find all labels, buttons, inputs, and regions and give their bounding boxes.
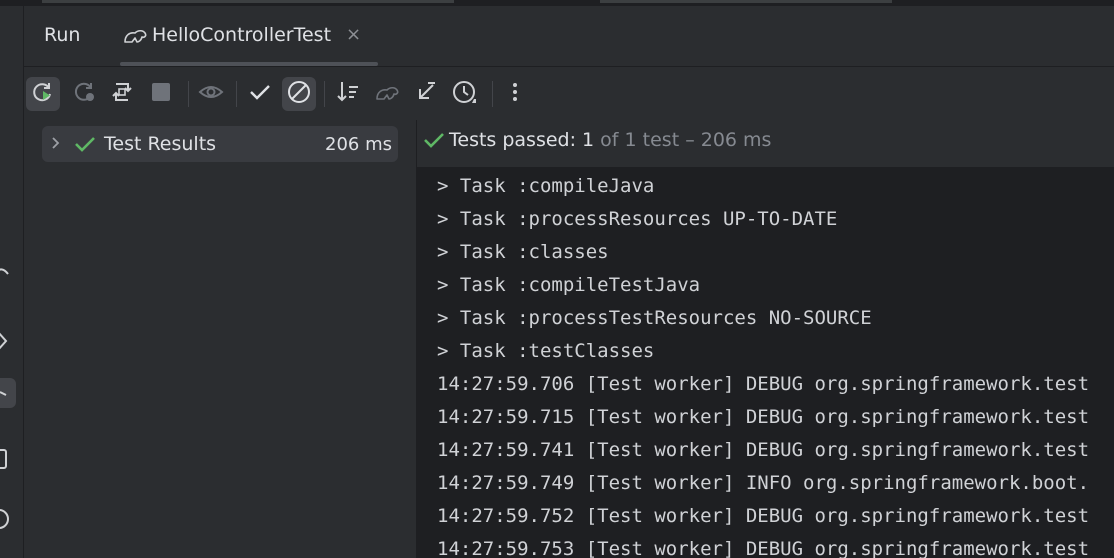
- tree-item-test-results[interactable]: Test Results 206 ms: [42, 126, 398, 162]
- run-tool-icon[interactable]: [0, 378, 16, 408]
- more-icon: [511, 80, 519, 108]
- console-line: > Task :classes: [437, 241, 609, 263]
- console-line: > Task :compileTestJava: [437, 274, 701, 296]
- console-output[interactable]: > Task :compileJava > Task :processResour…: [417, 168, 1114, 558]
- stop-button[interactable]: [144, 77, 178, 111]
- console-line: 14:27:59.715 [Test worker] DEBUG org.spr…: [437, 406, 1090, 428]
- sort-button[interactable]: [331, 77, 365, 111]
- close-tab-button[interactable]: ×: [346, 24, 361, 45]
- toggle-auto-test-icon: [110, 80, 134, 108]
- test-tree-panel: Test Results 206 ms: [24, 120, 416, 558]
- history-button[interactable]: [448, 77, 482, 111]
- show-passed-button[interactable]: [194, 77, 228, 111]
- import-tests-button[interactable]: [370, 77, 404, 111]
- console-line: 14:27:59.706 [Test worker] DEBUG org.spr…: [437, 373, 1090, 395]
- test-status-bar: Tests passed: 1 of 1 test – 206 ms: [417, 120, 1114, 168]
- eye-icon: [198, 80, 224, 108]
- console-line: 14:27:59.753 [Test worker] DEBUG org.spr…: [437, 538, 1090, 558]
- export-tests-button[interactable]: [409, 77, 443, 111]
- structure-tool-icon[interactable]: [0, 326, 16, 356]
- rerun-failed-button[interactable]: [68, 77, 102, 111]
- history-icon: [452, 79, 478, 109]
- check-icon: [248, 80, 272, 108]
- editor-scrollbar-right: [600, 0, 892, 3]
- tree-item-duration: 206 ms: [325, 134, 392, 155]
- passed-check-icon: [74, 134, 96, 154]
- rerun-failed-icon: [73, 80, 97, 108]
- console-line: 14:27:59.752 [Test worker] DEBUG org.spr…: [437, 505, 1090, 527]
- commit-tool-icon[interactable]: [0, 260, 16, 290]
- gradle-icon: [374, 81, 400, 107]
- passed-check-icon: [423, 130, 445, 150]
- editor-scrollbar: [42, 0, 454, 3]
- stop-icon: [149, 80, 173, 108]
- sort-icon: [335, 79, 361, 109]
- show-passed-tests-button[interactable]: [243, 77, 277, 111]
- status-prefix: Tests passed:: [449, 129, 583, 151]
- run-tool-window-header: Run HelloControllerTest ×: [24, 6, 1114, 66]
- toolbar-separator: [188, 81, 189, 107]
- console-line: > Task :processTestResources NO-SOURCE: [437, 307, 872, 329]
- terminal-tool-icon[interactable]: [0, 444, 16, 474]
- rerun-button[interactable]: [26, 77, 60, 111]
- tree-item-label: Test Results: [104, 133, 217, 155]
- console-line: 14:27:59.749 [Test worker] INFO org.spri…: [437, 472, 1090, 494]
- problems-tool-icon[interactable]: [0, 504, 16, 534]
- left-tool-strip: [0, 6, 24, 558]
- test-status-text: Tests passed: 1 of 1 test – 206 ms: [449, 129, 771, 151]
- more-options-button[interactable]: [498, 77, 532, 111]
- toolbar-separator: [324, 81, 325, 107]
- collapse-arrow-icon: [414, 80, 438, 108]
- console-line: > Task :compileJava: [437, 175, 655, 197]
- console-line: > Task :processResources UP-TO-DATE: [437, 208, 838, 230]
- show-ignored-button[interactable]: [282, 77, 316, 111]
- gradle-icon: [122, 26, 148, 46]
- status-rest: of 1 test – 206 ms: [594, 129, 772, 151]
- toolbar-separator: [236, 81, 237, 107]
- tab-label: HelloControllerTest: [152, 24, 332, 46]
- toggle-auto-test-button[interactable]: [105, 77, 139, 111]
- console-line: > Task :testClasses: [437, 340, 655, 362]
- ignored-icon: [286, 79, 312, 109]
- tool-window-title: Run: [44, 24, 81, 46]
- run-toolbar: [24, 66, 1114, 120]
- rerun-icon: [31, 80, 55, 108]
- chevron-right-icon[interactable]: [50, 133, 62, 157]
- console-line: 14:27:59.741 [Test worker] DEBUG org.spr…: [437, 439, 1090, 461]
- tab-hello-controller-test[interactable]: HelloControllerTest ×: [120, 6, 378, 66]
- status-passed-count: 1: [582, 129, 595, 151]
- toolbar-separator: [492, 81, 493, 107]
